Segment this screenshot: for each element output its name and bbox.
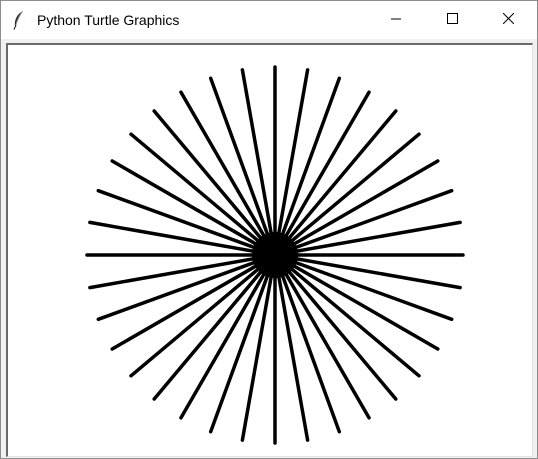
window-title: Python Turtle Graphics bbox=[37, 12, 180, 28]
title-bar[interactable]: Python Turtle Graphics bbox=[1, 1, 537, 39]
turtle-window: Python Turtle Graphics bbox=[0, 0, 538, 459]
turtle-canvas[interactable] bbox=[8, 45, 532, 456]
close-button[interactable] bbox=[485, 1, 531, 39]
turtle-canvas-frame bbox=[6, 43, 533, 457]
minimize-icon bbox=[391, 11, 401, 29]
close-icon bbox=[502, 11, 514, 29]
maximize-button[interactable] bbox=[429, 1, 475, 39]
feather-icon bbox=[11, 10, 27, 30]
starburst-center bbox=[252, 232, 298, 278]
minimize-button[interactable] bbox=[373, 1, 419, 39]
maximize-icon bbox=[446, 11, 458, 29]
